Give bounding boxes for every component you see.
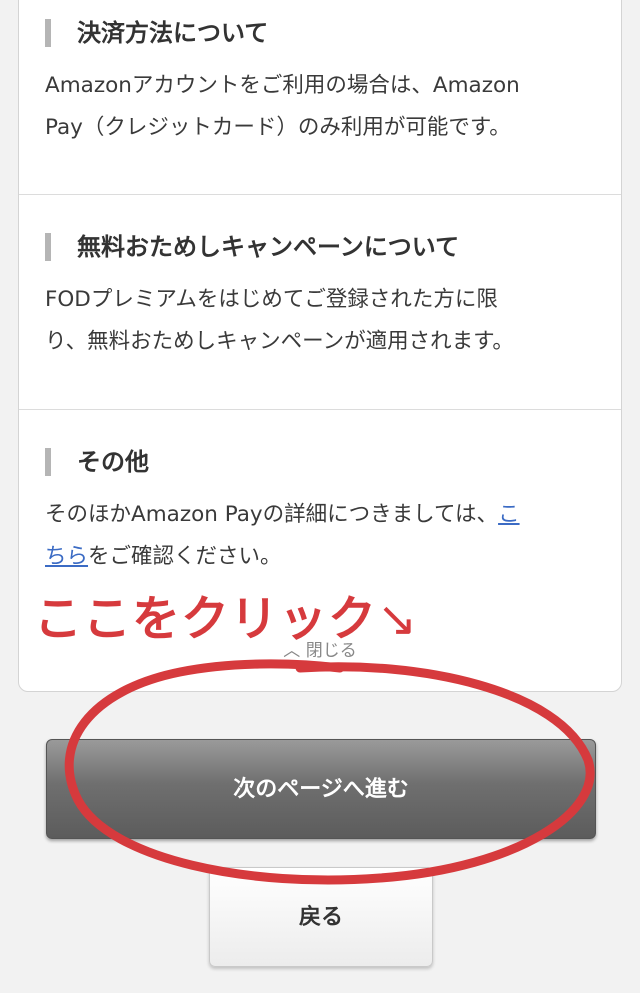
back-button[interactable]: 戻る (209, 867, 433, 967)
section-body-payment: Amazonアカウントをご利用の場合は、Amazon Pay（クレジットカード）… (45, 65, 585, 149)
body-line: そのほかAmazon Payの詳細につきましては、こ (45, 494, 585, 536)
click-here-annotation: ここをクリック↘ (34, 588, 418, 650)
section-heading-text: その他 (77, 448, 149, 476)
section-body-trial: FODプレミアムをはじめてご登録された方に限 り、無料おためしキャンペーンが適用… (45, 279, 585, 363)
heading-marker (45, 19, 51, 47)
section-heading-other: その他 (45, 446, 149, 478)
body-line: Pay（クレジットカード）のみ利用が可能です。 (45, 115, 511, 140)
section-divider (19, 409, 621, 410)
annotation-text: ここをクリック (34, 591, 378, 647)
section-body-other: そのほかAmazon Payの詳細につきましては、こ ちらをご確認ください。 (45, 494, 585, 578)
section-heading-payment: 決済方法について (45, 17, 268, 49)
body-line: り、無料おためしキャンペーンが適用されます。 (45, 329, 514, 354)
body-text-segment: そのほかAmazon Payの詳細につきましては、 (45, 502, 499, 527)
details-link[interactable]: こ (498, 502, 520, 527)
section-heading-text: 決済方法について (77, 19, 269, 47)
body-text-segment: をご確認ください。 (88, 544, 282, 569)
section-heading-trial: 無料おためしキャンペーンについて (45, 231, 459, 263)
next-page-button[interactable]: 次のページへ進む (46, 739, 596, 839)
details-link[interactable]: ちら (45, 544, 88, 569)
body-line: ちらをご確認ください。 (45, 536, 585, 578)
heading-marker (45, 448, 51, 476)
section-divider (19, 194, 621, 195)
body-line: Amazonアカウントをご利用の場合は、Amazon (45, 73, 520, 98)
arrow-icon: ↘ (377, 591, 419, 647)
body-line: FODプレミアムをはじめてご登録された方に限 (45, 287, 498, 312)
section-heading-text: 無料おためしキャンペーンについて (77, 233, 460, 261)
heading-marker (45, 233, 51, 261)
